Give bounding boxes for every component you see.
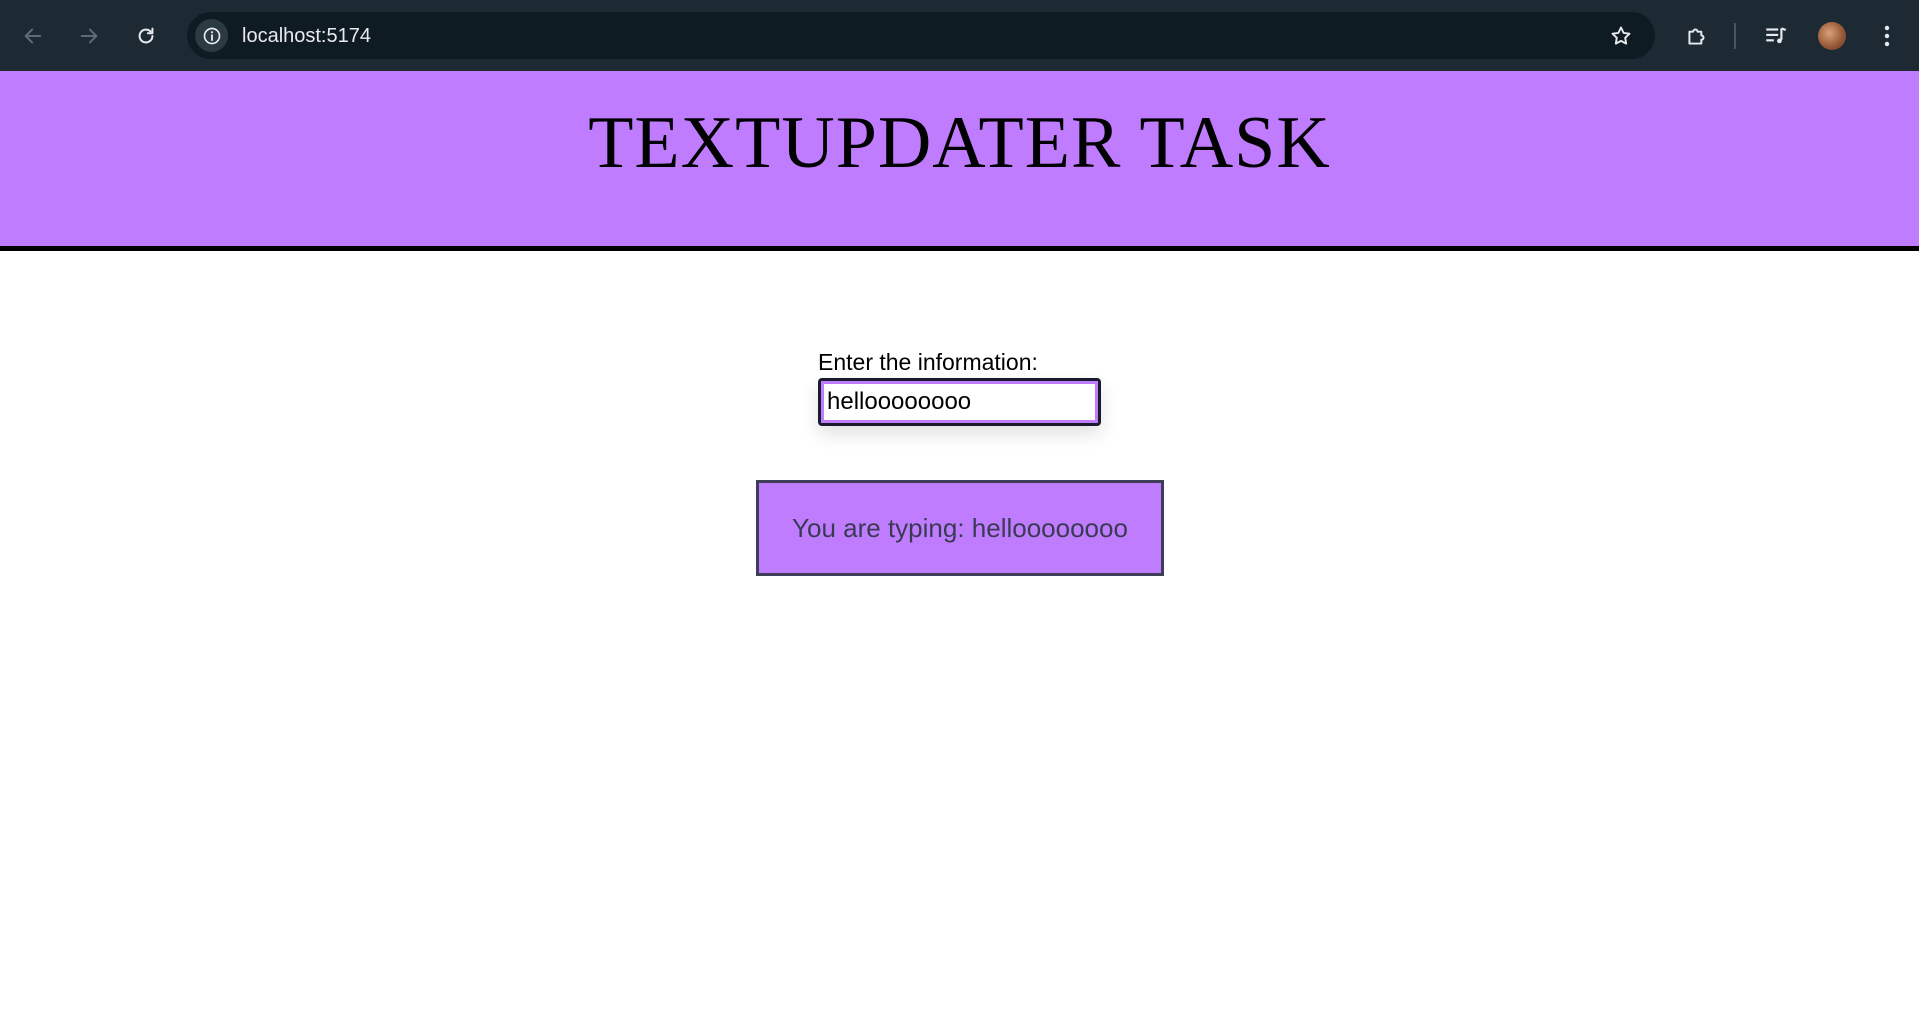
reload-icon <box>138 27 154 44</box>
typing-output-text: You are typing: helloooooooo <box>792 512 1128 543</box>
toolbar-divider <box>1734 23 1736 49</box>
forward-button[interactable] <box>69 14 109 58</box>
avatar[interactable] <box>1818 22 1846 50</box>
information-input[interactable] <box>818 378 1101 426</box>
arrow-left-icon <box>24 28 42 44</box>
browser-toolbar: localhost:5174 <box>0 0 1919 71</box>
bookmark-button[interactable] <box>1607 22 1635 50</box>
kebab-menu-icon <box>1884 25 1890 47</box>
info-icon <box>203 27 220 44</box>
media-button[interactable] <box>1756 14 1796 58</box>
puzzle-icon <box>1688 28 1705 45</box>
back-button[interactable] <box>13 14 53 58</box>
reload-button[interactable] <box>126 14 166 58</box>
menu-button[interactable] <box>1867 14 1907 58</box>
site-info-button[interactable] <box>195 19 228 52</box>
page-title: TEXTUPDATER TASK <box>588 102 1331 184</box>
typing-output-box: You are typing: helloooooooo <box>756 480 1164 576</box>
arrow-right-icon <box>80 28 98 44</box>
star-icon <box>1611 26 1631 45</box>
media-queue-icon <box>1766 27 1787 44</box>
input-label: Enter the information: <box>818 349 1038 375</box>
extensions-button[interactable] <box>1677 14 1717 58</box>
address-bar[interactable]: localhost:5174 <box>187 12 1655 59</box>
header-banner: TEXTUPDATER TASK <box>0 71 1919 251</box>
url-text[interactable]: localhost:5174 <box>242 24 371 48</box>
